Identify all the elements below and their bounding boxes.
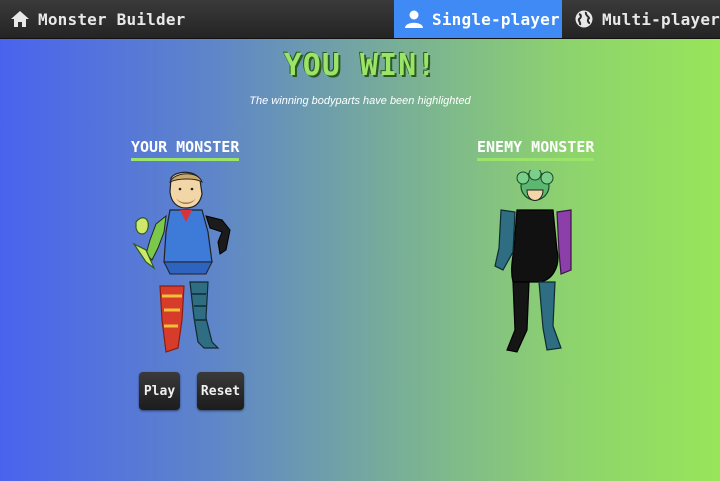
enemy-monster [487,167,583,360]
nav-home-link[interactable]: Monster Builder [10,0,186,38]
top-nav-bar: Monster Builder Single-player Multi-play… [0,0,720,39]
player-monster-head [169,171,203,209]
player-monster-left-arm [132,214,167,270]
enemy-monster-left-leg [506,281,530,353]
result-subtitle: The winning bodyparts have been highligh… [249,95,471,107]
enemy-monster-head [516,167,554,201]
home-icon [10,9,30,29]
player-monster-right-leg [189,281,220,349]
enemy-monster-torso [511,209,559,283]
nav-single-player-tab[interactable]: Single-player [394,0,562,38]
nav-multi-player-label: Multi-player [602,9,720,29]
reset-button[interactable]: Reset [197,372,244,410]
enemy-monster-right-arm [556,209,572,275]
nav-home-label: Monster Builder [38,9,186,29]
result-title: YOU WIN! [283,48,437,83]
nav-single-player-label: Single-player [432,9,560,29]
your-monster-label: YOUR MONSTER [131,138,240,161]
enemy-monster-right-leg [538,281,562,351]
user-icon [404,9,424,29]
enemy-monster-label: ENEMY MONSTER [477,138,595,161]
your-monster [126,170,250,360]
nav-multi-player-tab[interactable]: Multi-player [574,0,720,38]
globe-icon [574,9,594,29]
player-monster-torso [163,209,213,275]
play-button[interactable]: Play [139,372,180,410]
player-monster-left-leg [159,285,185,353]
